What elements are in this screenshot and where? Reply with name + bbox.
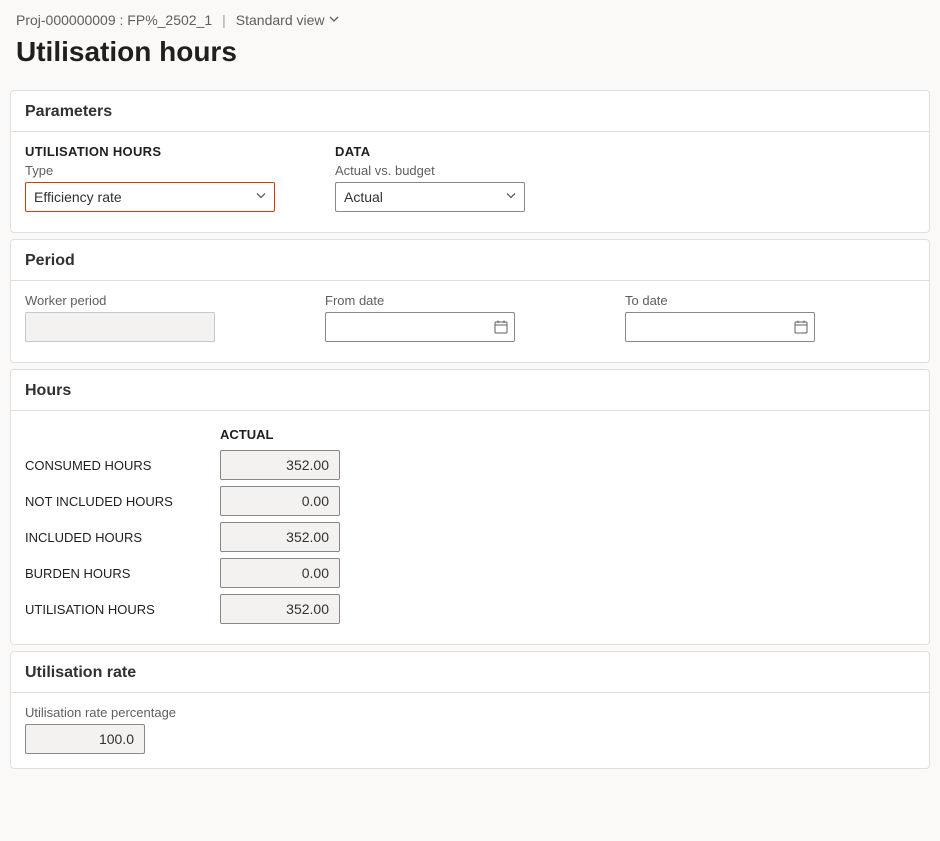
table-row: CONSUMED HOURS 352.00 (25, 450, 340, 480)
data-group: DATA Actual vs. budget Actual (335, 144, 525, 212)
period-header: Period (11, 240, 929, 281)
actual-vs-budget-label: Actual vs. budget (335, 163, 525, 178)
period-panel: Period Worker period From date To date (10, 239, 930, 363)
from-date-group: From date (325, 293, 515, 342)
chevron-down-icon (329, 14, 339, 27)
hours-col-actual: ACTUAL (220, 427, 340, 444)
type-select-value: Efficiency rate (34, 189, 122, 205)
page-title: Utilisation hours (0, 34, 940, 84)
row-label: NOT INCLUDED HOURS (25, 486, 220, 516)
chevron-down-icon (256, 191, 266, 204)
table-row: NOT INCLUDED HOURS 0.00 (25, 486, 340, 516)
burden-hours-actual: 0.00 (220, 558, 340, 588)
data-heading: DATA (335, 144, 525, 159)
table-row: BURDEN HOURS 0.00 (25, 558, 340, 588)
from-date-label: From date (325, 293, 515, 308)
table-row: UTILISATION HOURS 352.00 (25, 594, 340, 624)
parameters-header: Parameters (11, 91, 929, 132)
not-included-hours-actual: 0.00 (220, 486, 340, 516)
hours-header: Hours (11, 370, 929, 411)
chevron-down-icon (506, 191, 516, 204)
to-date-input[interactable] (625, 312, 815, 342)
actual-vs-budget-value: Actual (344, 189, 383, 205)
utilisation-rate-panel: Utilisation rate Utilisation rate percen… (10, 651, 930, 769)
worker-period-label: Worker period (25, 293, 215, 308)
row-label: UTILISATION HOURS (25, 594, 220, 624)
utilisation-hours-group: UTILISATION HOURS Type Efficiency rate (25, 144, 275, 212)
to-date-label: To date (625, 293, 815, 308)
to-date-group: To date (625, 293, 815, 342)
utilisation-hours-heading: UTILISATION HOURS (25, 144, 275, 159)
from-date-input[interactable] (325, 312, 515, 342)
parameters-panel: Parameters UTILISATION HOURS Type Effici… (10, 90, 930, 233)
worker-period-group: Worker period (25, 293, 215, 342)
breadcrumb: Proj-000000009 : FP%_2502_1 | Standard v… (0, 0, 940, 34)
hours-table: ACTUAL CONSUMED HOURS 352.00 NOT INCLUDE… (25, 421, 340, 630)
row-label: BURDEN HOURS (25, 558, 220, 588)
view-dropdown-label: Standard view (236, 12, 325, 28)
utilisation-hours-actual: 352.00 (220, 594, 340, 624)
consumed-hours-actual: 352.00 (220, 450, 340, 480)
row-label: CONSUMED HOURS (25, 450, 220, 480)
table-row: INCLUDED HOURS 352.00 (25, 522, 340, 552)
rate-percentage-label: Utilisation rate percentage (25, 705, 915, 720)
breadcrumb-project: Proj-000000009 : FP%_2502_1 (16, 12, 212, 28)
hours-panel: Hours ACTUAL CONSUMED HOURS 352.00 NOT I… (10, 369, 930, 645)
utilisation-rate-header: Utilisation rate (11, 652, 929, 693)
type-select[interactable]: Efficiency rate (25, 182, 275, 212)
rate-percentage-value: 100.0 (25, 724, 145, 754)
breadcrumb-separator: | (222, 12, 226, 28)
type-label: Type (25, 163, 275, 178)
view-dropdown[interactable]: Standard view (236, 12, 339, 28)
row-label: INCLUDED HOURS (25, 522, 220, 552)
actual-vs-budget-select[interactable]: Actual (335, 182, 525, 212)
worker-period-input[interactable] (25, 312, 215, 342)
included-hours-actual: 352.00 (220, 522, 340, 552)
